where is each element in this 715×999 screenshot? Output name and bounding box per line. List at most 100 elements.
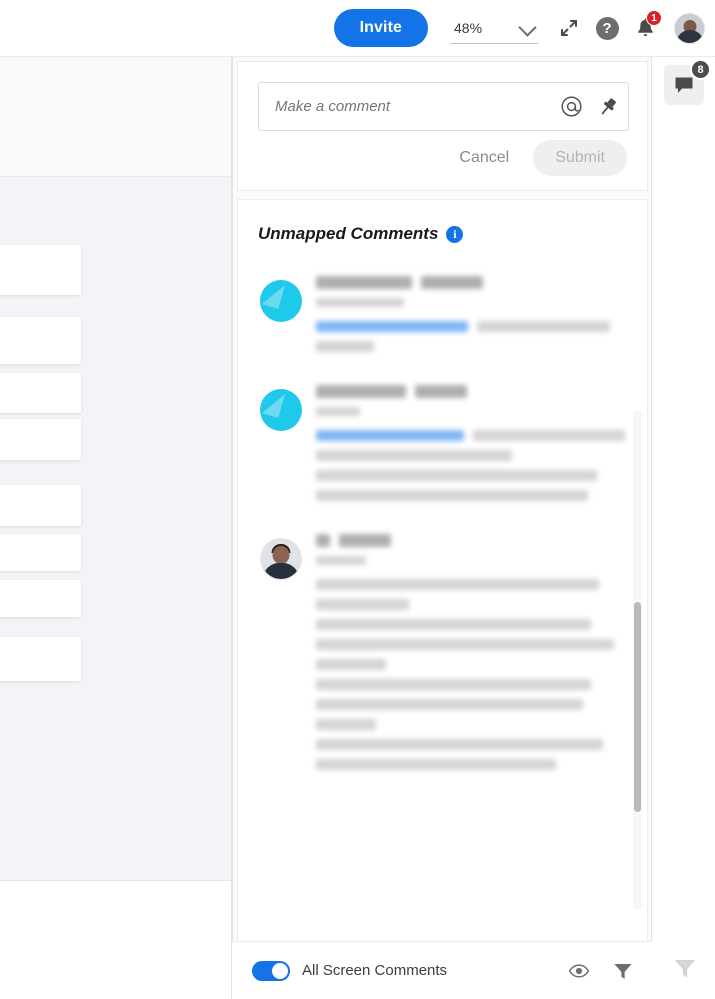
canvas-card[interactable] bbox=[0, 245, 81, 295]
comment-author-name bbox=[316, 385, 625, 398]
redacted-text bbox=[316, 759, 556, 770]
canvas-card[interactable] bbox=[0, 637, 81, 681]
comment-text-line bbox=[316, 759, 625, 770]
cancel-button[interactable]: Cancel bbox=[443, 141, 525, 175]
comment-author-avatar bbox=[260, 538, 302, 580]
canvas-card[interactable] bbox=[0, 534, 81, 571]
comment-text-line bbox=[316, 599, 625, 610]
comment-input-placeholder: Make a comment bbox=[275, 98, 391, 115]
comment-text-line bbox=[316, 619, 625, 630]
comment-timestamp bbox=[316, 298, 404, 307]
redacted-text bbox=[316, 679, 591, 690]
comment-author-avatar bbox=[260, 280, 302, 322]
comment-body bbox=[316, 534, 625, 779]
redacted-text bbox=[316, 619, 591, 630]
redacted-text bbox=[472, 430, 625, 441]
app-header: Invite 48% ? 1 bbox=[0, 0, 715, 57]
redacted-text bbox=[316, 579, 599, 590]
redacted-text bbox=[316, 341, 374, 352]
comment-text-line bbox=[316, 679, 625, 690]
toggle-knob bbox=[272, 962, 288, 979]
right-rail: 8 bbox=[652, 57, 715, 999]
redacted-text bbox=[316, 276, 412, 289]
comment-text-line bbox=[316, 639, 625, 650]
all-screen-comments-toggle[interactable] bbox=[252, 960, 290, 981]
redacted-text bbox=[316, 450, 512, 461]
comments-footer: All Screen Comments bbox=[232, 941, 652, 999]
mention-chip[interactable] bbox=[316, 430, 464, 441]
comment-text-line bbox=[316, 470, 625, 481]
unmapped-comments-header: Unmapped Comments i bbox=[258, 224, 464, 244]
header-actions: Invite 48% ? 1 bbox=[333, 0, 705, 56]
comment-timestamp bbox=[316, 407, 360, 416]
comment-body bbox=[316, 385, 625, 510]
notification-bell-icon[interactable]: 1 bbox=[626, 8, 664, 48]
redacted-text bbox=[316, 719, 376, 730]
comment-item[interactable] bbox=[238, 262, 647, 371]
comments-list[interactable] bbox=[238, 262, 647, 942]
redacted-text bbox=[316, 639, 614, 650]
help-glyph: ? bbox=[595, 16, 619, 40]
comment-text-line bbox=[316, 430, 625, 441]
comments-panel: Make a comment Cancel Submit Unmapped Co… bbox=[232, 57, 652, 999]
comment-compose-card: Make a comment Cancel Submit bbox=[237, 61, 648, 191]
redacted-text bbox=[415, 385, 467, 398]
redacted-text bbox=[316, 659, 386, 670]
rail-filter-funnel-icon[interactable] bbox=[672, 955, 698, 986]
comment-text-line bbox=[316, 579, 625, 590]
comment-body bbox=[316, 276, 625, 361]
compose-actions: Cancel Submit bbox=[443, 140, 627, 176]
help-question-icon[interactable]: ? bbox=[588, 8, 626, 48]
avatar-body bbox=[676, 30, 703, 43]
comment-text-line bbox=[316, 719, 625, 730]
comment-item[interactable] bbox=[238, 371, 647, 520]
redacted-text bbox=[477, 321, 610, 332]
canvas-band-bottom bbox=[0, 881, 232, 999]
canvas-card[interactable] bbox=[0, 419, 81, 460]
submit-button[interactable]: Submit bbox=[533, 140, 627, 176]
redacted-text bbox=[316, 739, 603, 750]
comment-text-line bbox=[316, 321, 625, 332]
redacted-text bbox=[316, 534, 330, 547]
page-title: Unmapped Comments bbox=[258, 224, 439, 243]
redacted-text bbox=[316, 699, 583, 710]
canvas-band-top bbox=[0, 57, 232, 177]
redacted-text bbox=[316, 599, 409, 610]
zoom-level-select[interactable]: 48% bbox=[450, 13, 538, 44]
pin-icon[interactable] bbox=[588, 95, 628, 119]
redacted-text bbox=[421, 276, 483, 289]
at-mention-icon[interactable] bbox=[554, 94, 588, 119]
info-icon[interactable]: i bbox=[446, 225, 464, 243]
expand-diagonal-icon[interactable] bbox=[550, 8, 588, 48]
comment-count-badge: 8 bbox=[690, 59, 711, 80]
comment-text-line bbox=[316, 659, 625, 670]
zoom-level-value: 48% bbox=[454, 19, 483, 36]
chevron-down-icon bbox=[518, 17, 537, 37]
comment-text-line bbox=[316, 341, 625, 352]
notification-badge: 1 bbox=[646, 10, 662, 26]
redacted-text bbox=[316, 490, 588, 501]
redacted-text bbox=[316, 385, 406, 398]
mention-chip[interactable] bbox=[316, 321, 468, 332]
comment-author-avatar bbox=[260, 389, 302, 431]
user-avatar[interactable] bbox=[674, 12, 705, 44]
invite-button[interactable]: Invite bbox=[333, 9, 428, 47]
filter-funnel-icon[interactable] bbox=[610, 958, 636, 984]
canvas-card[interactable] bbox=[0, 317, 81, 364]
canvas-card[interactable] bbox=[0, 580, 81, 617]
scrollbar-thumb[interactable] bbox=[634, 602, 641, 812]
canvas-card[interactable] bbox=[0, 373, 81, 413]
redacted-text bbox=[339, 534, 391, 547]
comment-text-line bbox=[316, 490, 625, 501]
comment-author-name bbox=[316, 534, 625, 547]
comment-item[interactable] bbox=[238, 520, 647, 789]
all-screen-comments-label: All Screen Comments bbox=[302, 962, 448, 979]
comment-text-line bbox=[316, 739, 625, 750]
canvas-card[interactable] bbox=[0, 485, 81, 526]
design-canvas[interactable] bbox=[0, 57, 232, 999]
comment-input-wrapper[interactable]: Make a comment bbox=[258, 82, 629, 131]
eye-visibility-icon[interactable] bbox=[566, 958, 592, 984]
unmapped-comments-card: Unmapped Comments i bbox=[237, 199, 648, 951]
comment-timestamp bbox=[316, 556, 366, 565]
comment-author-name bbox=[316, 276, 625, 289]
